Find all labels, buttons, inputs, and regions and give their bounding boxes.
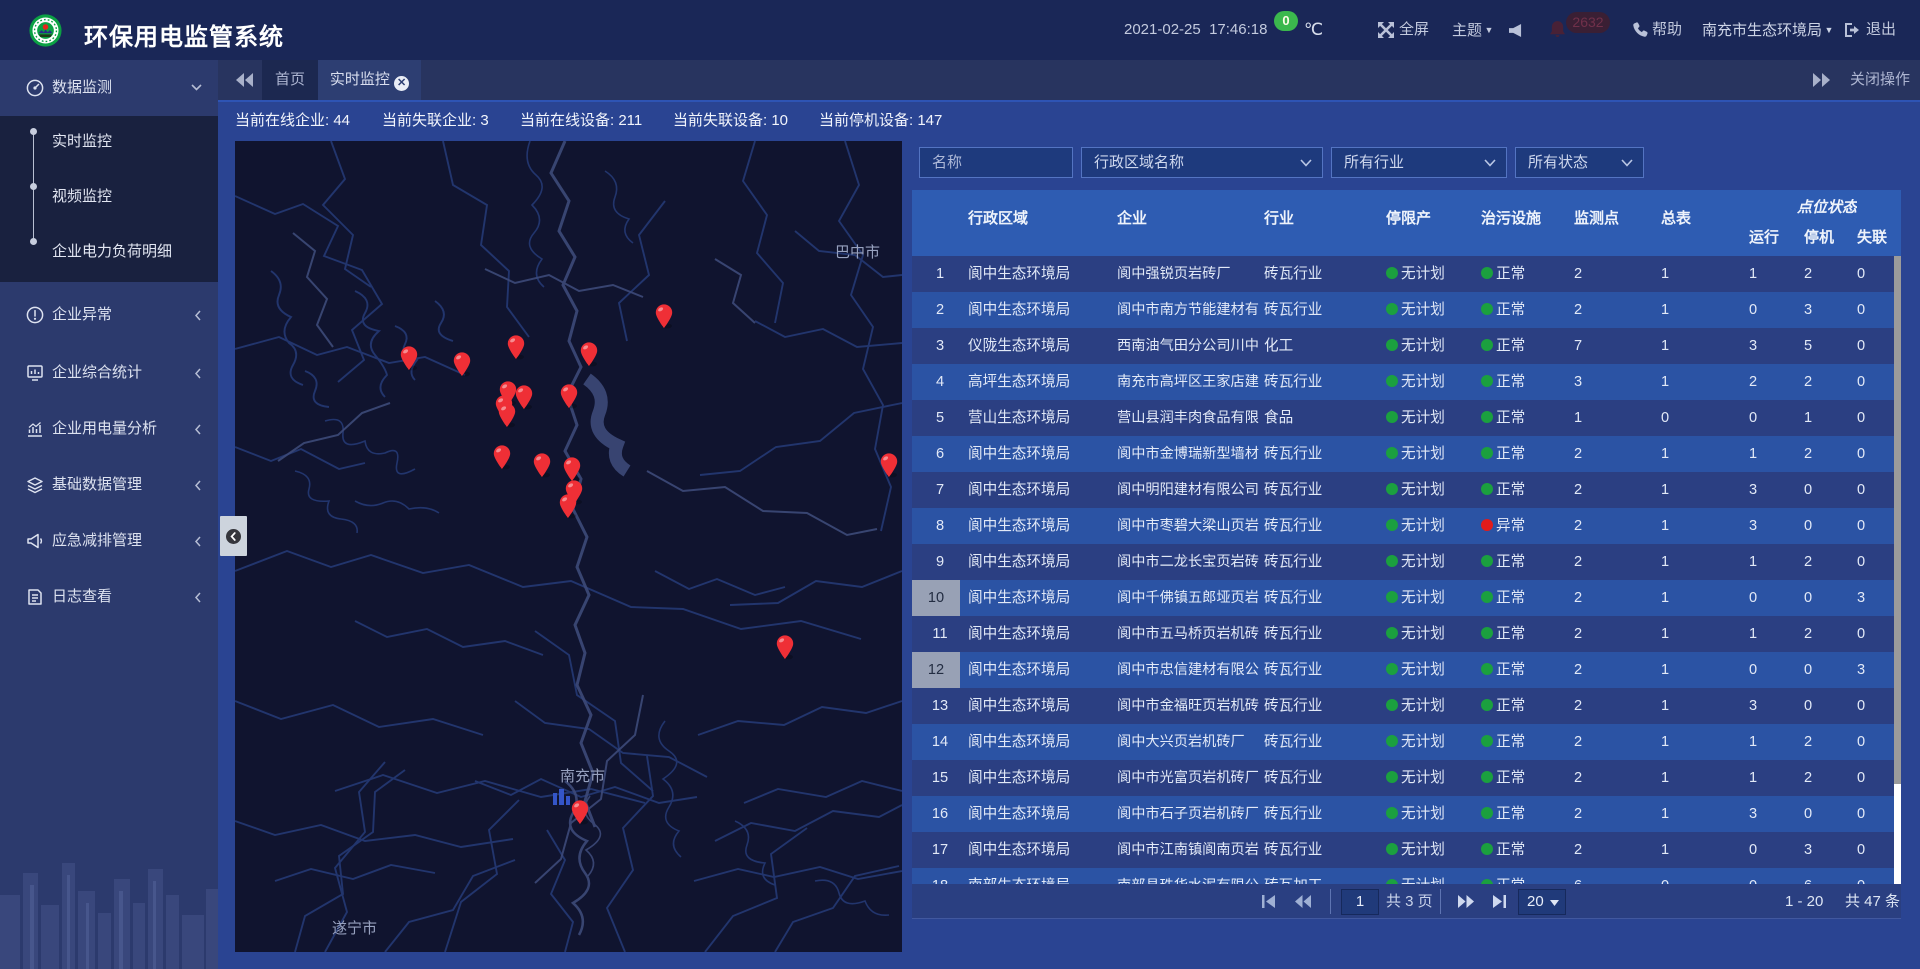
svg-text:遂宁市: 遂宁市 <box>332 920 377 937</box>
svg-text:巴中市: 巴中市 <box>835 244 880 261</box>
svg-text:南充市: 南充市 <box>560 768 605 785</box>
